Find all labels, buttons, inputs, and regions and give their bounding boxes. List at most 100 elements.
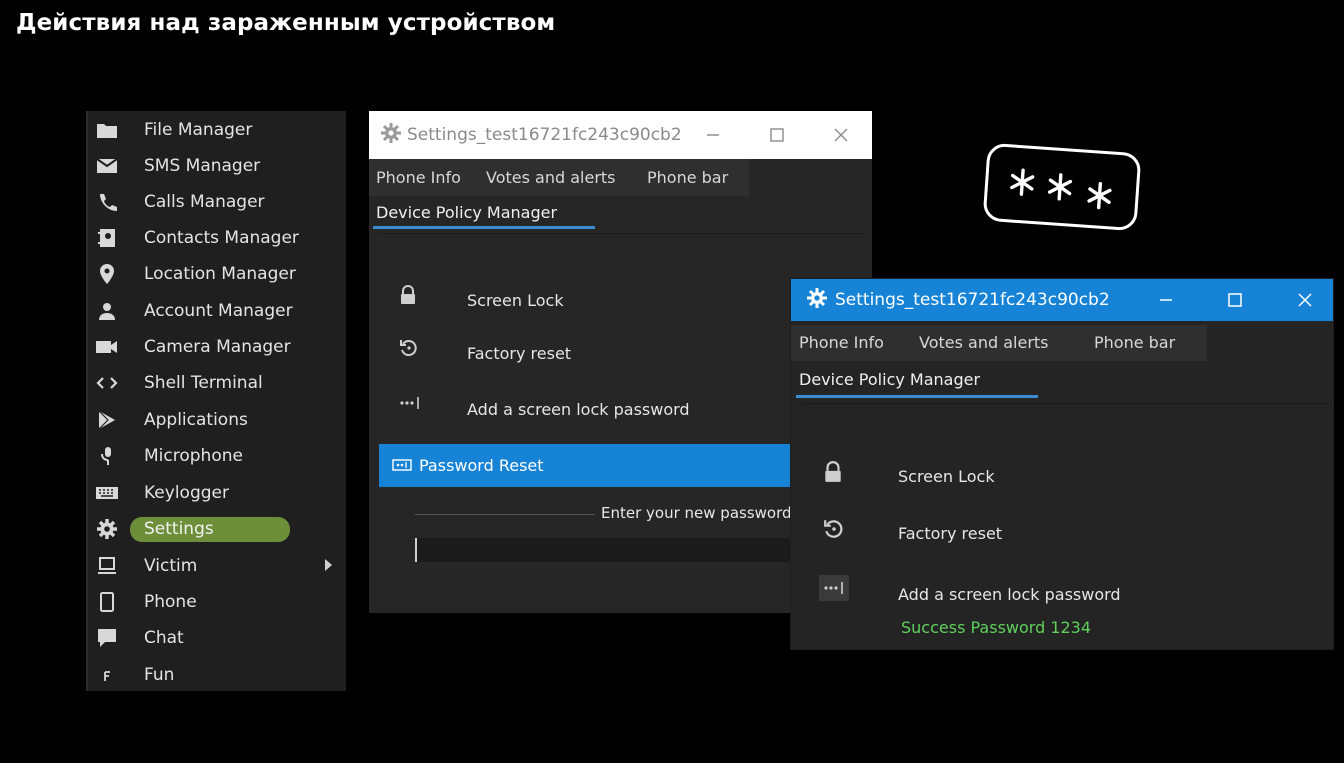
menu-item-location-manager[interactable]: Location Manager: [88, 257, 346, 291]
menu-item-sms-manager[interactable]: SMS Manager: [88, 149, 346, 183]
menu-item-victim[interactable]: Victim: [88, 549, 346, 583]
lock-icon: [399, 285, 417, 309]
minimize-button[interactable]: [1138, 279, 1194, 321]
tab-device-policy-manager[interactable]: Device Policy Manager: [376, 203, 557, 222]
asterisks-icon: [1010, 168, 1112, 210]
menu-item-fun[interactable]: Fun: [88, 658, 346, 692]
content-divider: [801, 403, 1329, 404]
menu-item-label: Victim: [144, 556, 198, 576]
menu-item-label: File Manager: [144, 120, 253, 140]
camera-icon: [96, 337, 118, 357]
add-password-row[interactable]: Add a screen lock password: [399, 394, 839, 424]
tab-phone-bar[interactable]: Phone bar: [1094, 333, 1175, 352]
tab-votes-and-alerts[interactable]: Votes and alerts: [486, 168, 616, 187]
minimize-icon: [707, 134, 719, 136]
new-password-input[interactable]: [415, 538, 805, 562]
menu-item-chat[interactable]: Chat: [88, 621, 346, 655]
menu-item-label: Contacts Manager: [144, 228, 299, 248]
chat-bubble-icon: [96, 628, 118, 648]
code-brackets-icon: [96, 373, 118, 393]
menu-item-label: Phone: [144, 592, 197, 612]
play-store-icon: [96, 410, 118, 430]
tab-phone-info[interactable]: Phone Info: [799, 333, 884, 352]
menu-item-shell-terminal[interactable]: Shell Terminal: [88, 366, 346, 400]
menu-item-label: Camera Manager: [144, 337, 291, 357]
person-icon: [96, 301, 118, 321]
row-label: Factory reset: [467, 344, 572, 363]
dialog-title: Password Reset: [419, 456, 544, 475]
divider: [415, 514, 595, 515]
close-icon: [1298, 293, 1312, 307]
contacts-book-icon: [96, 228, 118, 248]
reset-icon: [399, 338, 419, 362]
menu-item-account-manager[interactable]: Account Manager: [88, 294, 346, 328]
gear-icon: [381, 123, 401, 147]
password-dots-icon: [819, 575, 849, 601]
row-label: Screen Lock: [898, 467, 995, 486]
menu-item-file-manager[interactable]: File Manager: [88, 113, 346, 147]
side-menu: File Manager SMS Manager Calls Manager C…: [86, 111, 346, 691]
password-stars-sticker: [982, 142, 1142, 232]
folder-icon: [96, 120, 118, 140]
microphone-icon: [96, 446, 118, 466]
dialog-titlebar[interactable]: Password Reset: [379, 444, 799, 487]
maximize-icon: [770, 128, 784, 142]
settings-window-front: Settings_test16721fc243c90cb2 Phone Info…: [790, 278, 1334, 650]
row-label: Add a screen lock password: [898, 585, 1121, 604]
menu-item-camera-manager[interactable]: Camera Manager: [88, 330, 346, 364]
menu-item-label: SMS Manager: [144, 156, 261, 176]
password-reset-dialog: Password Reset Enter your new password: [379, 444, 805, 613]
close-button[interactable]: [1277, 279, 1333, 321]
menu-item-label: Location Manager: [144, 264, 296, 284]
active-tab-indicator: [796, 395, 1038, 398]
keyboard-icon: [96, 483, 118, 503]
menu-item-phone[interactable]: Phone: [88, 585, 346, 619]
minimize-button[interactable]: [685, 111, 741, 159]
content-divider: [379, 233, 867, 234]
lock-icon: [823, 461, 843, 487]
slide-title: Действия над зараженным устройством: [16, 10, 556, 36]
menu-item-label: Fun: [144, 665, 175, 685]
factory-reset-row[interactable]: Factory reset: [823, 518, 1293, 548]
maximize-button[interactable]: [749, 111, 805, 159]
tab-phone-bar[interactable]: Phone bar: [647, 168, 728, 187]
minimize-icon: [1160, 299, 1172, 301]
smartphone-icon: [96, 592, 118, 612]
menu-item-label: Keylogger: [144, 483, 229, 503]
menu-item-label: Shell Terminal: [144, 373, 263, 393]
close-icon: [834, 128, 848, 142]
gear-icon: [807, 288, 827, 312]
password-field-icon: [392, 456, 412, 478]
gear-icon: [96, 519, 118, 539]
window-titlebar[interactable]: Settings_test16721fc243c90cb2: [369, 111, 872, 159]
menu-item-calls-manager[interactable]: Calls Manager: [88, 185, 346, 219]
password-dots-icon: [399, 394, 421, 416]
menu-item-settings[interactable]: Settings: [88, 512, 346, 546]
maximize-button[interactable]: [1207, 279, 1263, 321]
envelope-icon: [96, 156, 118, 176]
close-button[interactable]: [813, 111, 869, 159]
menu-item-contacts-manager[interactable]: Contacts Manager: [88, 221, 346, 255]
factory-reset-row[interactable]: Factory reset: [399, 338, 839, 368]
screen-lock-row[interactable]: Screen Lock: [399, 285, 839, 315]
location-pin-icon: [96, 264, 118, 284]
tab-votes-and-alerts[interactable]: Votes and alerts: [919, 333, 1049, 352]
screen-lock-row[interactable]: Screen Lock: [823, 461, 1293, 491]
submenu-arrow-icon: [325, 559, 332, 571]
menu-item-applications[interactable]: Applications: [88, 403, 346, 437]
window-titlebar[interactable]: Settings_test16721fc243c90cb2: [791, 279, 1333, 321]
password-status-message: Success Password 1234: [901, 618, 1092, 637]
tab-phone-info[interactable]: Phone Info: [376, 168, 461, 187]
password-prompt: Enter your new password: [601, 504, 792, 522]
row-label: Factory reset: [898, 524, 1003, 543]
menu-item-label: Chat: [144, 628, 184, 648]
menu-item-microphone[interactable]: Microphone: [88, 439, 346, 473]
menu-item-label: Account Manager: [144, 301, 293, 321]
add-password-row[interactable]: Add a screen lock password: [819, 575, 1293, 611]
reset-icon: [823, 518, 845, 544]
tab-device-policy-manager[interactable]: Device Policy Manager: [799, 370, 980, 389]
menu-item-label: Calls Manager: [144, 192, 265, 212]
menu-item-keylogger[interactable]: Keylogger: [88, 476, 346, 510]
window-title: Settings_test16721fc243c90cb2: [835, 290, 1110, 310]
row-label: Add a screen lock password: [467, 400, 690, 419]
